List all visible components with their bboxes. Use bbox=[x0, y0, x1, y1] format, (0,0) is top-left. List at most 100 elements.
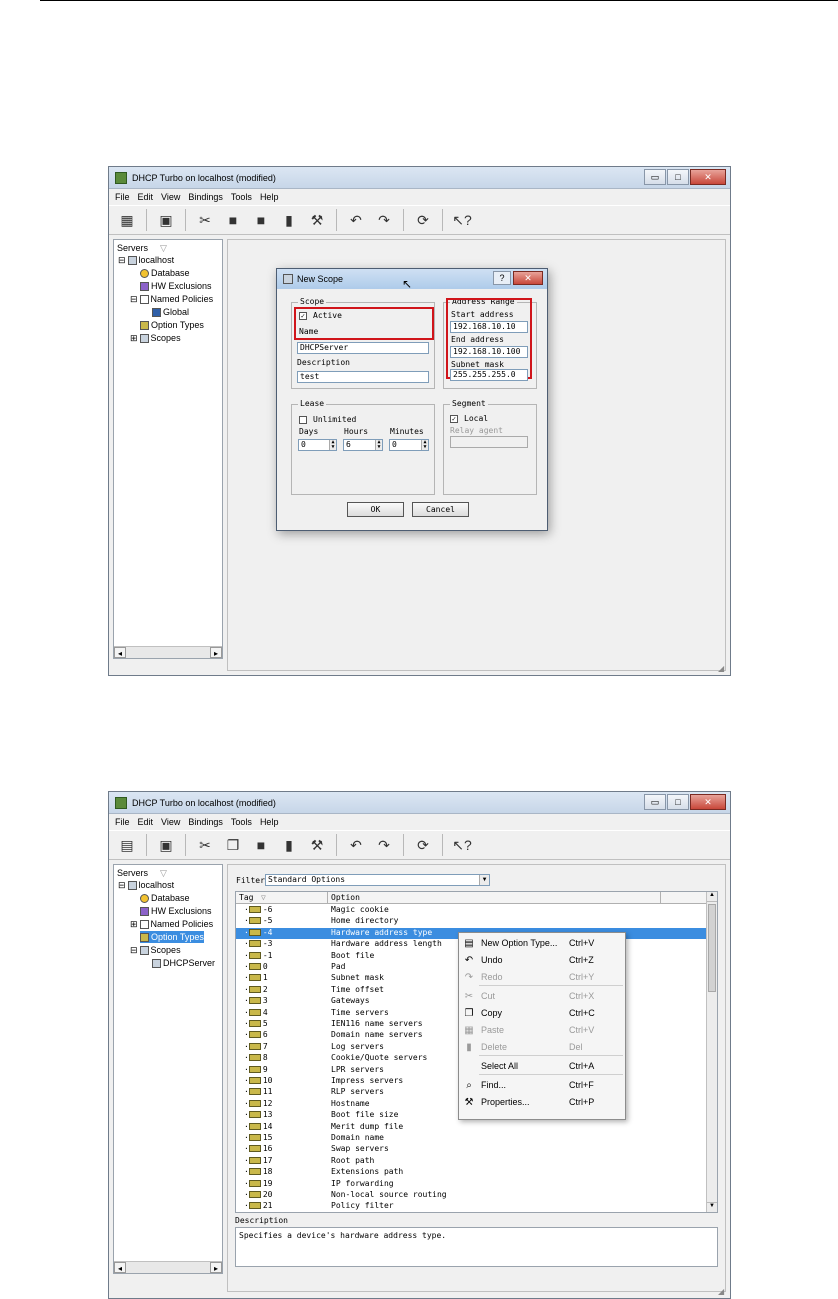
redo-icon[interactable]: ↷ bbox=[372, 834, 396, 856]
column-option[interactable]: Option bbox=[331, 893, 360, 902]
scroll-thumb[interactable] bbox=[708, 904, 716, 992]
undo-icon[interactable]: ↶ bbox=[344, 209, 368, 231]
context-menu-item-undo[interactable]: ↶ Undo Ctrl+Z bbox=[459, 952, 625, 968]
resize-grip-icon[interactable]: ◢ bbox=[718, 664, 728, 674]
table-row[interactable]: · 17 Root path bbox=[236, 1156, 708, 1167]
tree-item-global[interactable]: Global bbox=[152, 306, 189, 318]
minutes-spinner[interactable]: 0 ▲ ▼ bbox=[389, 439, 429, 451]
subnet-mask-field[interactable]: 255.255.255.0 bbox=[450, 369, 528, 381]
column-tag[interactable]: Tag bbox=[239, 893, 253, 902]
delete-icon[interactable]: ▮ bbox=[277, 834, 301, 856]
table-row[interactable]: · 21 Policy filter bbox=[236, 1201, 708, 1212]
filter-select[interactable]: Standard Options ▼ bbox=[265, 874, 490, 886]
menu-bindings[interactable]: Bindings bbox=[188, 192, 223, 202]
tree-item-named-policies[interactable]: ⊞ Named Policies bbox=[130, 918, 213, 930]
menu-file[interactable]: File bbox=[115, 817, 130, 827]
tree-horizontal-scrollbar[interactable]: ◂ ▸ bbox=[114, 646, 222, 658]
paste-icon[interactable]: ■ bbox=[249, 834, 273, 856]
cancel-button[interactable]: Cancel bbox=[412, 502, 469, 517]
tree-header[interactable]: Servers ▽ bbox=[117, 242, 167, 254]
tree-item-database[interactable]: Database bbox=[140, 267, 190, 279]
new-option-type-icon[interactable]: ▤ bbox=[115, 834, 139, 856]
start-address-field[interactable]: 192.168.10.10 bbox=[450, 321, 528, 333]
minimize-button[interactable]: ▭ bbox=[644, 794, 666, 810]
undo-icon[interactable]: ↶ bbox=[344, 834, 368, 856]
list-vertical-scrollbar[interactable]: ▲ ▼ bbox=[706, 892, 717, 1212]
help-pointer-icon[interactable]: ↖? bbox=[450, 209, 474, 231]
tree-item-named-policies[interactable]: ⊟ Named Policies bbox=[130, 293, 213, 305]
tree-item-database[interactable]: Database bbox=[140, 892, 190, 904]
tree-item-hw-exclusions[interactable]: HW Exclusions bbox=[140, 280, 212, 292]
context-menu-item-paste[interactable]: ▦ Paste Ctrl+V bbox=[459, 1022, 625, 1038]
paste-icon[interactable]: ■ bbox=[249, 209, 273, 231]
properties-icon[interactable]: ⚒ bbox=[305, 834, 329, 856]
cut-icon[interactable]: ✂ bbox=[193, 209, 217, 231]
resize-grip-icon[interactable]: ◢ bbox=[718, 1287, 728, 1297]
table-row[interactable]: · 20 Non-local source routing bbox=[236, 1190, 708, 1201]
ok-button[interactable]: OK bbox=[347, 502, 404, 517]
redo-icon[interactable]: ↷ bbox=[372, 209, 396, 231]
help-button[interactable]: ? bbox=[493, 271, 511, 285]
description-field[interactable]: test bbox=[297, 371, 429, 383]
context-menu-item-select-all[interactable]: Select All Ctrl+A bbox=[459, 1058, 625, 1074]
table-row[interactable]: · -6 Magic cookie bbox=[236, 905, 708, 916]
tree-item-option-types[interactable]: Option Types bbox=[140, 931, 204, 943]
tree-item-option-types[interactable]: Option Types bbox=[140, 319, 204, 331]
refresh-icon[interactable]: ⟳ bbox=[411, 834, 435, 856]
table-row[interactable]: · 16 Swap servers bbox=[236, 1144, 708, 1155]
copy-icon[interactable]: ■ bbox=[221, 209, 245, 231]
context-menu-item-properties[interactable]: ⚒ Properties... Ctrl+P bbox=[459, 1094, 625, 1110]
relay-agent-field[interactable] bbox=[450, 436, 528, 448]
context-menu-item-redo[interactable]: ↷ Redo Ctrl+Y bbox=[459, 969, 625, 985]
tree-item-scopes[interactable]: ⊞ Scopes bbox=[130, 332, 181, 344]
context-menu-item-delete[interactable]: ▮ Delete Del bbox=[459, 1039, 625, 1055]
table-row[interactable]: · 15 Domain name bbox=[236, 1133, 708, 1144]
menu-file[interactable]: File bbox=[115, 192, 130, 202]
context-menu-item-cut[interactable]: ✂ Cut Ctrl+X bbox=[459, 988, 625, 1004]
unlimited-checkbox[interactable]: Unlimited bbox=[299, 415, 356, 424]
column-divider-2[interactable] bbox=[660, 892, 661, 904]
tree-item-localhost[interactable]: ⊟ localhost bbox=[118, 254, 174, 266]
refresh-icon[interactable]: ⟳ bbox=[411, 209, 435, 231]
tree-item-dhcpserver[interactable]: DHCPServer bbox=[152, 957, 215, 969]
close-button[interactable]: ✕ bbox=[690, 794, 726, 810]
tree-header[interactable]: Servers ▽ bbox=[117, 867, 167, 879]
context-menu-item-copy[interactable]: ❐ Copy Ctrl+C bbox=[459, 1005, 625, 1021]
menu-edit[interactable]: Edit bbox=[138, 192, 154, 202]
dialog-close-button[interactable]: ✕ bbox=[513, 271, 543, 285]
menu-view[interactable]: View bbox=[161, 192, 180, 202]
minimize-button[interactable]: ▭ bbox=[644, 169, 666, 185]
table-row[interactable]: · 18 Extensions path bbox=[236, 1167, 708, 1178]
days-spinner[interactable]: 0 ▲ ▼ bbox=[298, 439, 337, 451]
end-address-field[interactable]: 192.168.10.100 bbox=[450, 346, 528, 358]
menu-view[interactable]: View bbox=[161, 817, 180, 827]
name-field[interactable]: DHCPServer bbox=[297, 342, 429, 354]
save-icon[interactable]: ▣ bbox=[154, 834, 178, 856]
active-checkbox[interactable]: ✓ Active bbox=[299, 311, 342, 320]
tree-item-scopes[interactable]: ⊟ Scopes bbox=[130, 944, 181, 956]
table-row[interactable]: · 19 IP forwarding bbox=[236, 1179, 708, 1190]
tree-horizontal-scrollbar[interactable]: ◂ ▸ bbox=[114, 1261, 222, 1273]
menu-tools[interactable]: Tools bbox=[231, 192, 252, 202]
menu-edit[interactable]: Edit bbox=[138, 817, 154, 827]
maximize-button[interactable]: □ bbox=[667, 169, 689, 185]
tree-item-hw-exclusions[interactable]: HW Exclusions bbox=[140, 905, 212, 917]
table-row[interactable]: · -5 Home directory bbox=[236, 916, 708, 927]
maximize-button[interactable]: □ bbox=[667, 794, 689, 810]
help-pointer-icon[interactable]: ↖? bbox=[450, 834, 474, 856]
new-server-icon[interactable]: ▦ bbox=[115, 209, 139, 231]
copy-icon[interactable]: ❐ bbox=[221, 834, 245, 856]
column-divider[interactable] bbox=[327, 892, 328, 904]
menu-bindings[interactable]: Bindings bbox=[188, 817, 223, 827]
save-icon[interactable]: ▣ bbox=[154, 209, 178, 231]
menu-help[interactable]: Help bbox=[260, 192, 279, 202]
context-menu-item-new-option-type[interactable]: ▤ New Option Type... Ctrl+V bbox=[459, 935, 625, 951]
cut-icon[interactable]: ✂ bbox=[193, 834, 217, 856]
local-checkbox[interactable]: ✓ Local bbox=[450, 414, 488, 423]
tree-item-localhost[interactable]: ⊟ localhost bbox=[118, 879, 174, 891]
hours-spinner[interactable]: 6 ▲ ▼ bbox=[343, 439, 383, 451]
menu-help[interactable]: Help bbox=[260, 817, 279, 827]
close-button[interactable]: ✕ bbox=[690, 169, 726, 185]
context-menu-item-find[interactable]: ⌕ Find... Ctrl+F bbox=[459, 1077, 625, 1093]
delete-icon[interactable]: ▮ bbox=[277, 209, 301, 231]
